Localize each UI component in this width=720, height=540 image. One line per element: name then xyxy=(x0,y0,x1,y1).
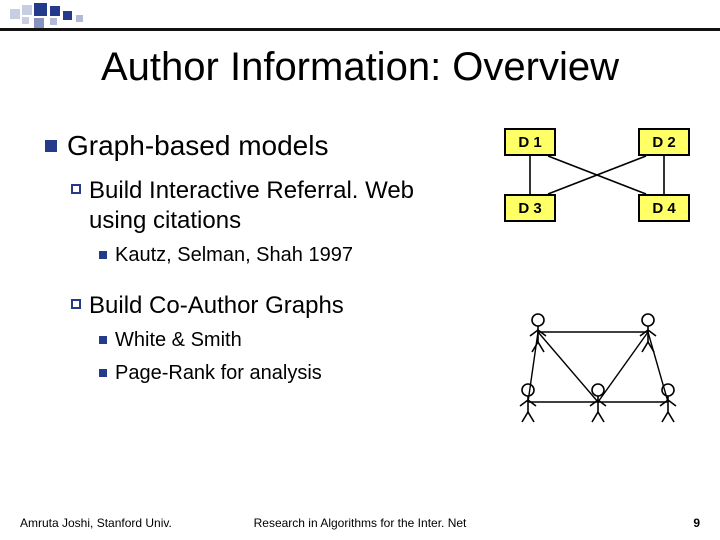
decorative-squares xyxy=(10,3,120,25)
square-bullet-icon xyxy=(99,251,107,259)
bullet-level3: Kautz, Selman, Shah 1997 xyxy=(99,244,475,267)
square-bullet-icon xyxy=(99,336,107,344)
citation-graph-diagram: D 1 D 2 D 3 D 4 xyxy=(498,128,698,248)
bullet-level2: Build Co-Author Graphs xyxy=(71,291,475,321)
l3-text: Page-Rank for analysis xyxy=(115,362,322,385)
person-icon xyxy=(640,314,656,352)
square-bullet-icon xyxy=(45,140,57,152)
l3-text: Kautz, Selman, Shah 1997 xyxy=(115,244,353,267)
bullet-level3: White & Smith xyxy=(99,329,475,352)
bullet-level1: Graph-based models xyxy=(45,130,475,162)
footer: Amruta Joshi, Stanford Univ. Research in… xyxy=(0,510,720,530)
person-icon xyxy=(660,384,676,422)
node-label: D 1 xyxy=(518,134,541,151)
l2-text: Build Interactive Referral. Web using ci… xyxy=(89,176,475,236)
footer-center: Research in Algorithms for the Inter. Ne… xyxy=(0,516,720,530)
bullet-level2: Build Interactive Referral. Web using ci… xyxy=(71,176,475,236)
content-outline: Graph-based models Build Interactive Ref… xyxy=(45,130,475,395)
l3-text: White & Smith xyxy=(115,329,242,352)
l1-text: Graph-based models xyxy=(67,130,328,162)
horizontal-rule xyxy=(0,28,720,31)
graph-node: D 1 xyxy=(504,128,556,156)
bullet-level3: Page-Rank for analysis xyxy=(99,362,475,385)
graph-node: D 4 xyxy=(638,194,690,222)
person-icon xyxy=(530,314,546,352)
person-icon xyxy=(520,384,536,422)
node-label: D 2 xyxy=(652,134,675,151)
node-label: D 4 xyxy=(652,200,675,217)
square-bullet-icon xyxy=(99,369,107,377)
graph-node: D 3 xyxy=(504,194,556,222)
person-icon xyxy=(590,384,606,422)
coauthor-graph-diagram xyxy=(498,304,698,454)
l2-text: Build Co-Author Graphs xyxy=(89,291,344,321)
hollow-square-bullet-icon xyxy=(71,299,81,309)
slide: Author Information: Overview Graph-based… xyxy=(0,0,720,540)
slide-number: 9 xyxy=(693,516,700,530)
node-label: D 3 xyxy=(518,200,541,217)
hollow-square-bullet-icon xyxy=(71,184,81,194)
page-title: Author Information: Overview xyxy=(0,45,720,90)
graph-node: D 2 xyxy=(638,128,690,156)
